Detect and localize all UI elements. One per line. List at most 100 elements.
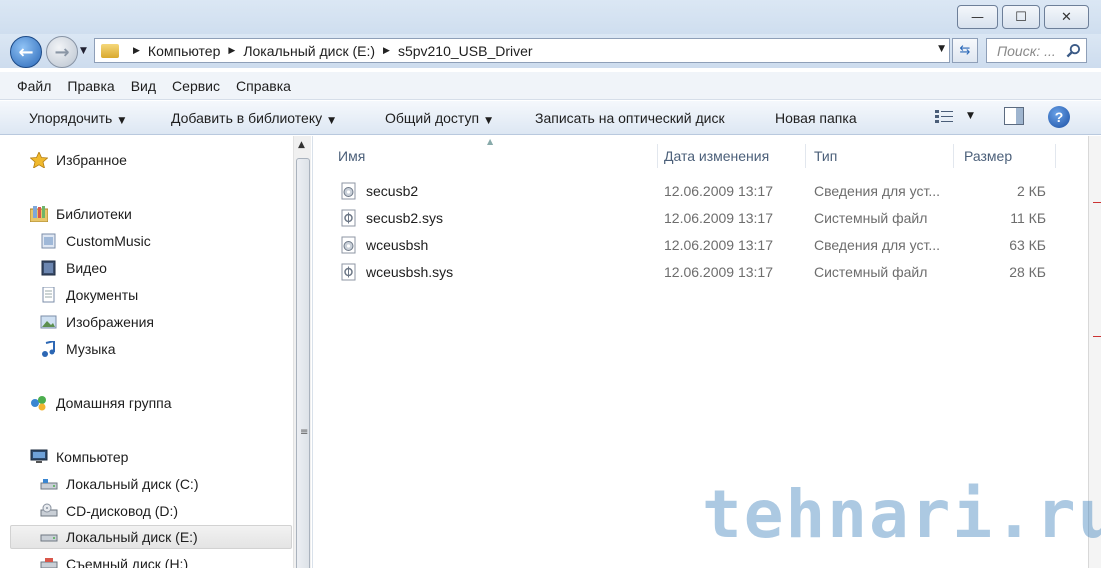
search-input[interactable]: Поиск: ...: [986, 38, 1087, 63]
nav-drive-c[interactable]: Локальный диск (C:): [40, 472, 199, 496]
star-icon: [30, 152, 48, 168]
breadcrumb-computer[interactable]: Компьютер: [148, 43, 220, 59]
file-type: Системный файл: [814, 264, 928, 280]
system-file-icon: [341, 263, 356, 281]
nav-library-video[interactable]: Видео: [40, 256, 107, 280]
burn-button[interactable]: Записать на оптический диск: [535, 110, 725, 126]
menu-view[interactable]: Вид: [131, 78, 156, 94]
homegroup-icon: [31, 396, 46, 411]
chevron-down-icon: ▼: [485, 116, 492, 126]
column-header-name[interactable]: Имя: [328, 144, 658, 168]
view-options-icon[interactable]: [934, 108, 956, 124]
nav-homegroup-label: Домашняя группа: [56, 395, 172, 411]
nav-library-documents[interactable]: Документы: [40, 283, 138, 307]
recent-pages-dropdown-icon[interactable]: ▼: [80, 46, 87, 56]
library-icon: [30, 206, 48, 222]
file-row[interactable]: wceusbsh.sys 12.06.2009 13:17 Системный …: [334, 260, 1064, 284]
menu-tools[interactable]: Сервис: [172, 78, 220, 94]
nav-drive-e[interactable]: Локальный диск (E:): [10, 525, 292, 549]
add-to-library-label: Добавить в библиотеку: [171, 110, 323, 126]
nav-favorites[interactable]: Избранное: [30, 148, 127, 172]
add-to-library-button[interactable]: Добавить в библиотеку ▼: [171, 110, 335, 126]
breadcrumb-drive-e[interactable]: Локальный диск (E:): [243, 43, 375, 59]
sort-ascending-icon: ▲: [487, 137, 494, 146]
refresh-icon: ⇆: [959, 43, 971, 58]
file-size: 28 КБ: [1009, 264, 1046, 280]
nav-library-label: Видео: [66, 260, 107, 276]
address-history-dropdown-icon[interactable]: ▼: [938, 44, 945, 54]
breadcrumb-arrow-icon[interactable]: ▶: [228, 46, 235, 56]
removable-drive-icon: [40, 558, 58, 568]
minimize-button[interactable]: —: [957, 5, 998, 29]
share-label: Общий доступ: [385, 110, 480, 126]
address-bar[interactable]: ▶ Компьютер ▶ Локальный диск (E:) ▶ s5pv…: [94, 38, 950, 63]
nav-computer[interactable]: Компьютер: [30, 445, 128, 469]
navigation-scrollbar[interactable]: ▲ ≡: [293, 136, 311, 568]
nav-library-music[interactable]: Музыка: [40, 337, 116, 361]
nav-library-custommusic[interactable]: CustomMusic: [40, 229, 151, 253]
nav-drive-h[interactable]: Съемный диск (H:): [40, 552, 188, 568]
search-placeholder: Поиск: ...: [997, 42, 1056, 59]
cd-drive-icon: [40, 503, 58, 517]
new-folder-button[interactable]: Новая папка: [775, 110, 857, 126]
nav-drive-label: Локальный диск (E:): [66, 529, 198, 545]
pictures-library-icon: [40, 315, 57, 329]
background-window-mark: [1093, 202, 1101, 203]
menu-bar: Файл Правка Вид Сервис Справка: [0, 72, 1101, 100]
menu-edit[interactable]: Правка: [67, 78, 114, 94]
file-size: 63 КБ: [1009, 237, 1046, 253]
organize-button[interactable]: Упорядочить ▼: [29, 110, 125, 126]
chevron-down-icon: ▼: [328, 116, 336, 126]
menu-file[interactable]: Файл: [17, 78, 51, 94]
column-header-size[interactable]: Размер: [954, 144, 1056, 168]
watermark: tehnari.ru: [702, 476, 1101, 553]
scrollbar-thumb[interactable]: ≡: [296, 158, 310, 568]
menu-help[interactable]: Справка: [236, 78, 291, 94]
file-date: 12.06.2009 13:17: [664, 183, 773, 199]
refresh-button[interactable]: ⇆: [952, 38, 978, 63]
local-drive-icon: [40, 534, 58, 542]
file-type: Сведения для уст...: [814, 237, 941, 253]
file-row[interactable]: wceusbsh 12.06.2009 13:17 Сведения для у…: [334, 233, 1064, 257]
nav-favorites-label: Избранное: [56, 152, 127, 168]
file-name: secusb2: [366, 183, 419, 199]
back-button[interactable]: ←: [10, 36, 42, 68]
file-date: 12.06.2009 13:17: [664, 237, 773, 253]
share-button[interactable]: Общий доступ ▼: [385, 110, 492, 126]
nav-library-pictures[interactable]: Изображения: [40, 310, 154, 334]
setup-info-icon: [341, 182, 356, 200]
nav-libraries[interactable]: Библиотеки: [30, 202, 132, 226]
music-library-icon: [42, 341, 55, 357]
nav-computer-label: Компьютер: [56, 449, 129, 465]
preview-pane-icon[interactable]: [1004, 107, 1024, 125]
column-header-type[interactable]: Тип: [804, 144, 954, 168]
setup-info-icon: [341, 236, 356, 254]
breadcrumb-arrow-icon[interactable]: ▶: [133, 46, 140, 56]
address-row: ← → ▼ ▶ Компьютер ▶ Локальный диск (E:) …: [0, 34, 1101, 68]
breadcrumb-current-folder[interactable]: s5pv210_USB_Driver: [398, 43, 533, 59]
file-size: 2 КБ: [1016, 183, 1046, 199]
scroll-up-icon[interactable]: ▲: [298, 140, 305, 150]
column-header-date[interactable]: Дата изменения: [654, 144, 806, 168]
file-date: 12.06.2009 13:17: [664, 210, 773, 226]
breadcrumb-arrow-icon[interactable]: ▶: [383, 46, 390, 56]
file-row[interactable]: secusb2.sys 12.06.2009 13:17 Системный ф…: [334, 206, 1064, 230]
search-icon[interactable]: [1066, 43, 1081, 58]
close-button[interactable]: ✕: [1044, 5, 1089, 29]
help-icon[interactable]: ?: [1048, 106, 1070, 128]
background-window-mark: [1093, 336, 1101, 337]
forward-button[interactable]: →: [46, 36, 78, 68]
nav-drive-label: Локальный диск (C:): [66, 476, 199, 492]
documents-library-icon: [42, 287, 55, 303]
nav-drive-d[interactable]: CD-дисковод (D:): [40, 499, 178, 523]
maximize-button[interactable]: ☐: [1002, 5, 1040, 29]
file-size: 11 КБ: [1010, 210, 1046, 226]
nav-library-label: Документы: [66, 287, 139, 303]
nav-homegroup[interactable]: Домашняя группа: [30, 391, 172, 415]
organize-label: Упорядочить: [29, 110, 113, 126]
video-library-icon: [41, 260, 56, 276]
system-file-icon: [341, 209, 356, 227]
file-row[interactable]: secusb2 12.06.2009 13:17 Сведения для ус…: [334, 179, 1064, 203]
nav-libraries-label: Библиотеки: [56, 206, 132, 222]
view-options-dropdown-icon[interactable]: ▼: [967, 111, 974, 121]
